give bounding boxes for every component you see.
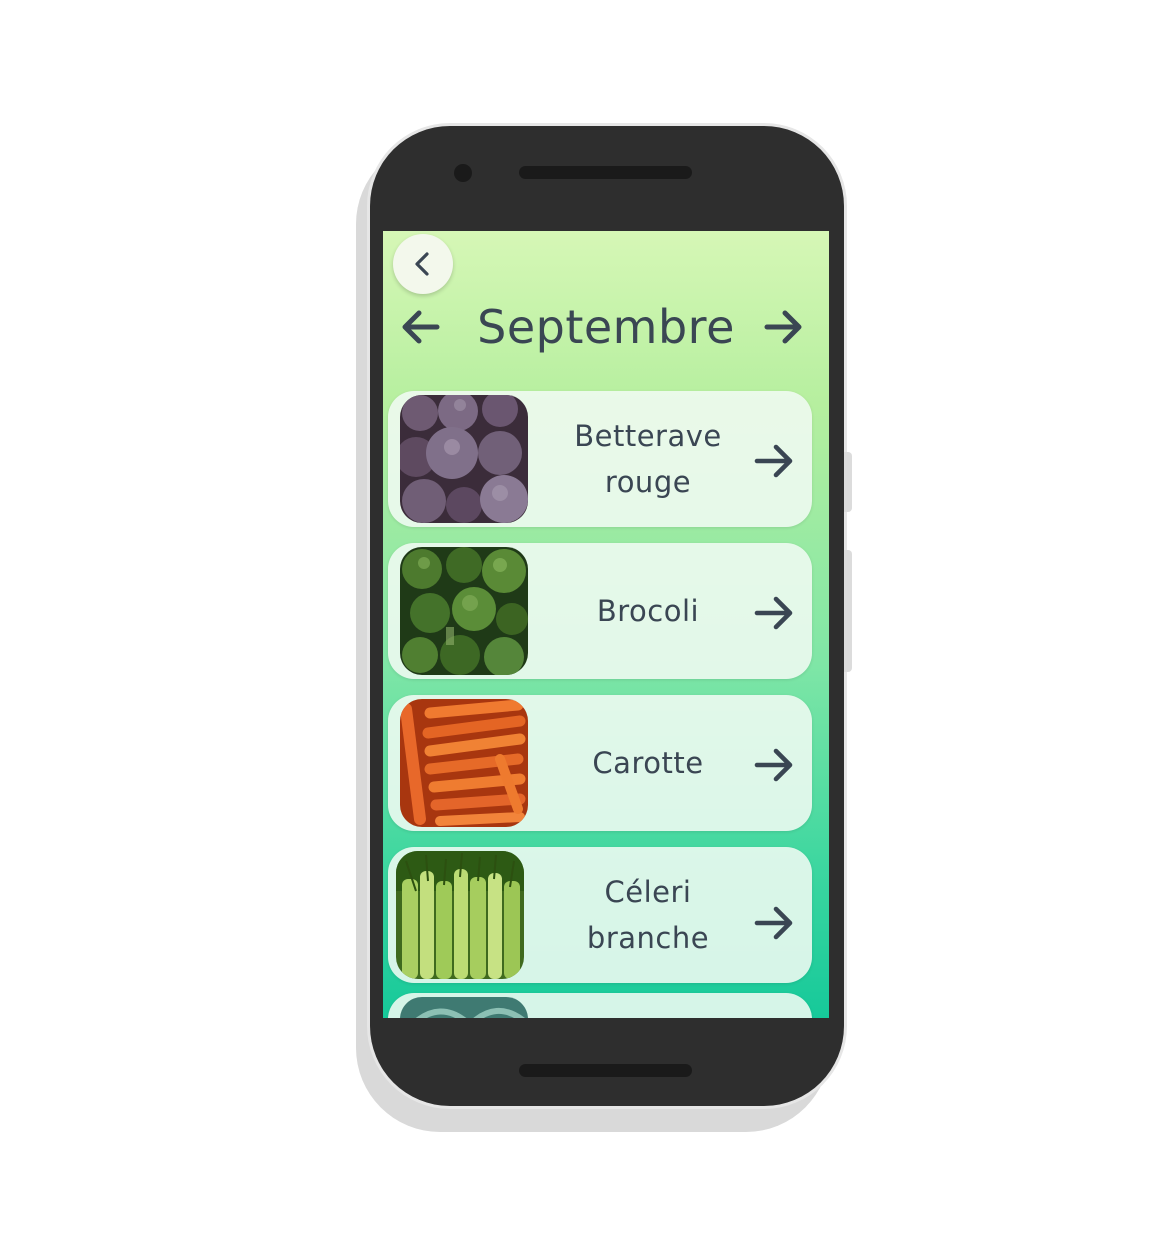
vegetable-name: Céleri branche	[586, 875, 710, 955]
volume-button	[844, 550, 852, 672]
arrow-right-icon	[754, 596, 793, 630]
beetroot-photo	[400, 395, 528, 523]
stage: Septembre Betterave rouge Brocoli Carott…	[0, 0, 1158, 1256]
app-screen: Septembre Betterave rouge Brocoli Carott…	[383, 231, 829, 1018]
list-item-betterave-rouge[interactable]: Betterave rouge	[388, 391, 812, 527]
front-camera	[454, 164, 472, 182]
open-item-button[interactable]	[750, 437, 798, 485]
previous-month-button[interactable]	[397, 303, 445, 351]
vegetable-name	[538, 993, 758, 1018]
leek-photo	[400, 997, 528, 1018]
list-item-carotte[interactable]: Carotte	[388, 695, 812, 831]
earpiece-speaker	[519, 166, 692, 179]
arrow-right-icon	[754, 748, 793, 782]
vegetable-name: Betterave rouge	[574, 419, 722, 499]
list-item-brocoli[interactable]: Brocoli	[388, 543, 812, 679]
list-item-celeri-branche[interactable]: Céleri branche	[388, 847, 812, 983]
open-item-button[interactable]	[750, 899, 798, 947]
open-item-button[interactable]	[750, 741, 798, 789]
arrow-right-icon	[754, 444, 793, 478]
list-item-partial[interactable]	[388, 993, 812, 1018]
vegetable-name: Carotte	[592, 746, 704, 780]
open-item-button[interactable]	[750, 589, 798, 637]
celery-photo	[396, 851, 524, 979]
carrot-photo	[400, 699, 528, 827]
bottom-speaker	[519, 1064, 692, 1077]
back-button[interactable]	[393, 234, 453, 294]
next-month-button[interactable]	[759, 303, 807, 351]
month-title: Septembre	[477, 300, 735, 354]
chevron-left-icon	[415, 252, 429, 276]
arrow-right-icon	[764, 310, 802, 344]
power-button	[844, 452, 852, 512]
arrow-right-icon	[754, 906, 793, 940]
arrow-left-icon	[402, 310, 440, 344]
broccoli-photo	[400, 547, 528, 675]
vegetable-name: Brocoli	[596, 594, 700, 628]
